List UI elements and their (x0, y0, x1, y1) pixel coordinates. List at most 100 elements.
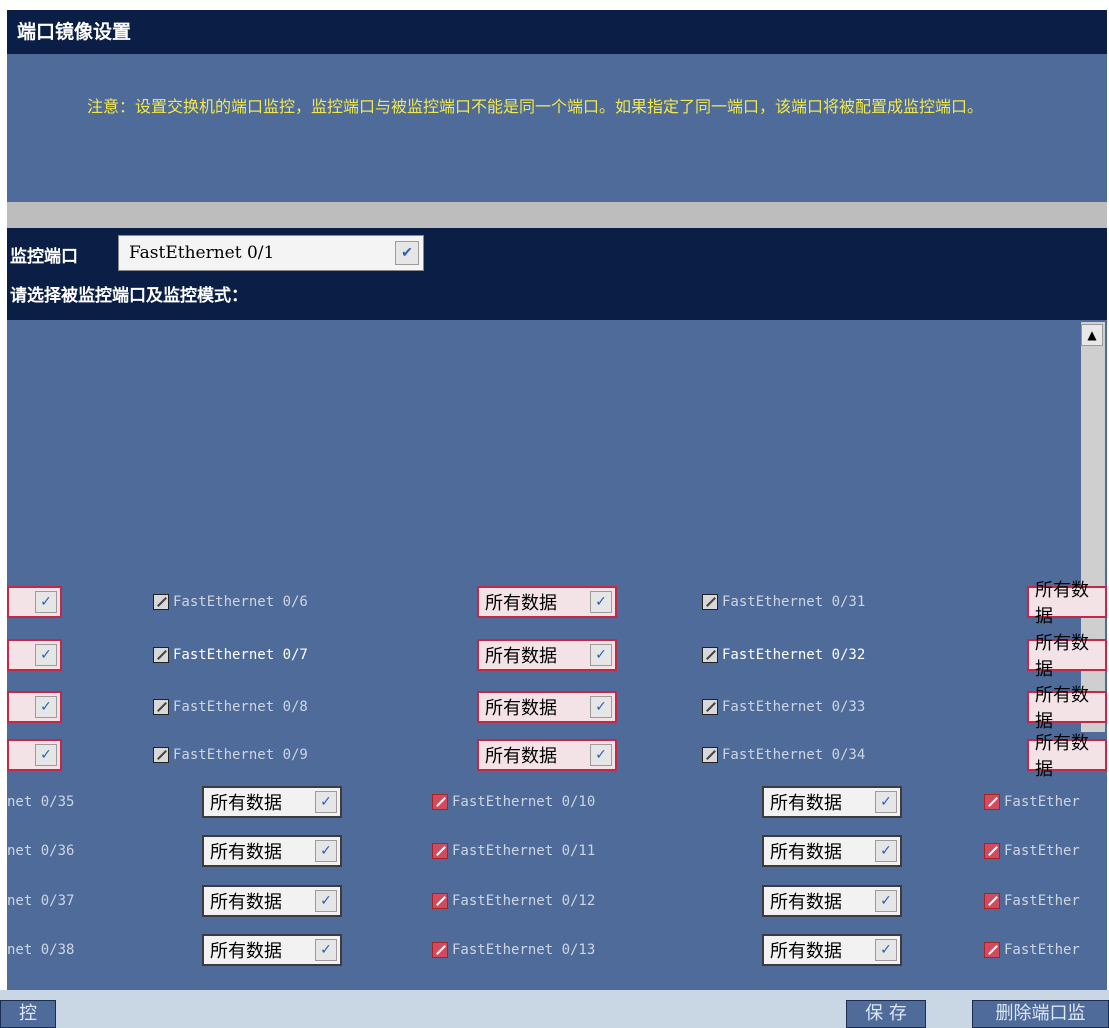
mode-select[interactable]: ✓ (7, 639, 62, 671)
mode-value: 所有数据 (770, 793, 842, 814)
port-checkbox[interactable]: FastEthernet 0/11 (432, 831, 595, 871)
port-checkbox[interactable]: FastEther (984, 881, 1080, 921)
mode-select[interactable]: 所有数据 (1027, 580, 1107, 627)
port-label: FastEther (1004, 893, 1080, 909)
monitored-ports-list[interactable]: ▲ ✓ FastEthernet 0/6 所有数据 ✓ FastEthernet… (7, 320, 1107, 1028)
chevron-down-icon[interactable]: ✓ (315, 840, 337, 862)
chevron-down-icon[interactable]: ✓ (875, 939, 897, 961)
delete-port-monitor-button[interactable]: 删除端口监 (972, 1000, 1109, 1028)
monitor-button[interactable]: 控 (0, 1000, 56, 1028)
chevron-down-icon[interactable]: ✓ (315, 890, 337, 912)
checkbox-icon[interactable] (153, 594, 169, 610)
mode-select[interactable]: 所有数据 (1027, 633, 1107, 680)
port-checkbox[interactable]: FastEther (984, 782, 1080, 822)
chevron-down-icon[interactable]: ✓ (35, 696, 57, 718)
port-checkbox[interactable]: FastEthernet 0/10 (432, 782, 595, 822)
table-row: net 0/37 所有数据 ✓ FastEthernet 0/12 所有数据 ✓… (7, 881, 1087, 921)
mode-select[interactable]: 所有数据 ✓ (202, 934, 342, 966)
mode-value: 所有数据 (210, 793, 282, 814)
port-label: FastEthernet 0/32 (722, 647, 866, 663)
checkbox-icon[interactable] (432, 843, 448, 859)
mode-value: 所有数据 (210, 941, 282, 962)
mode-value: 所有数据 (210, 842, 282, 863)
checkbox-icon[interactable] (153, 647, 169, 663)
mode-select[interactable]: 所有数据 ✓ (202, 786, 342, 818)
chevron-down-icon[interactable]: ✓ (875, 840, 897, 862)
port-label: FastEthernet 0/12 (452, 893, 596, 909)
table-row: net 0/36 所有数据 ✓ FastEthernet 0/11 所有数据 ✓… (7, 831, 1087, 871)
chevron-down-icon[interactable]: ✓ (315, 939, 337, 961)
checkbox-icon[interactable] (153, 747, 169, 763)
mode-select[interactable]: 所有数据 ✓ (762, 786, 902, 818)
mode-select[interactable]: 所有数据 ✓ (477, 739, 617, 771)
monitored-ports-label: 请选择被监控端口及监控模式： (10, 286, 248, 306)
checkbox-icon[interactable] (432, 794, 448, 810)
port-label: net 0/35 (7, 794, 75, 810)
chevron-down-icon[interactable]: ✓ (590, 644, 612, 666)
button-bar (0, 990, 1109, 1028)
save-button[interactable]: 保 存 (846, 1000, 926, 1028)
mode-select[interactable]: 所有数据 (1027, 733, 1107, 780)
mode-select[interactable]: 所有数据 ✓ (477, 691, 617, 723)
chevron-down-icon[interactable]: ✓ (875, 890, 897, 912)
chevron-down-icon[interactable]: ✓ (35, 591, 57, 613)
port-checkbox[interactable]: FastEthernet 0/6 (153, 582, 308, 622)
port-checkbox[interactable]: FastEthernet 0/12 (432, 881, 595, 921)
mode-select[interactable]: 所有数据 ✓ (762, 885, 902, 917)
chevron-down-icon[interactable]: ✓ (590, 744, 612, 766)
mode-value: 所有数据 (485, 593, 557, 614)
checkbox-icon[interactable] (702, 747, 718, 763)
checkbox-icon[interactable] (153, 699, 169, 715)
port-checkbox[interactable]: FastEthernet 0/7 (153, 635, 308, 675)
checkbox-icon[interactable] (702, 647, 718, 663)
mode-select[interactable]: 所有数据 ✓ (762, 934, 902, 966)
port-label: FastEthernet 0/13 (452, 942, 596, 958)
port-label: FastEthernet 0/6 (173, 594, 308, 610)
chevron-down-icon[interactable]: ✓ (35, 744, 57, 766)
table-row: ✓ FastEthernet 0/7 所有数据 ✓ FastEthernet 0… (7, 633, 1107, 680)
checkbox-icon[interactable] (702, 699, 718, 715)
port-label: net 0/36 (7, 843, 75, 859)
chevron-down-icon[interactable]: ✓ (35, 644, 57, 666)
mode-select[interactable]: 所有数据 ✓ (477, 639, 617, 671)
monitor-port-select[interactable]: FastEthernet 0/1 ✔ (118, 235, 424, 271)
checkbox-icon[interactable] (702, 594, 718, 610)
chevron-down-icon[interactable]: ✓ (590, 696, 612, 718)
port-label: FastEthernet 0/10 (452, 794, 596, 810)
mode-select[interactable]: 所有数据 ✓ (762, 835, 902, 867)
port-checkbox[interactable]: FastEthernet 0/8 (153, 687, 308, 727)
table-row: ✓ FastEthernet 0/9 所有数据 ✓ FastEthernet 0… (7, 733, 1107, 780)
mode-select[interactable]: 所有数据 ✓ (202, 835, 342, 867)
mode-select[interactable]: 所有数据 (1027, 685, 1107, 732)
port-label: FastEthernet 0/8 (173, 699, 308, 715)
port-label: FastEthernet 0/33 (722, 699, 866, 715)
chevron-down-icon[interactable]: ✔ (395, 241, 419, 265)
port-label: FastEthernet 0/34 (722, 747, 866, 763)
checkbox-icon[interactable] (984, 794, 1000, 810)
chevron-down-icon[interactable]: ✓ (315, 791, 337, 813)
monitor-port-label: 监控端口 (10, 247, 78, 267)
mode-select[interactable]: ✓ (7, 739, 62, 771)
checkbox-icon[interactable] (432, 942, 448, 958)
page-title: 端口镜像设置 (7, 10, 1107, 54)
port-checkbox[interactable]: FastEthernet 0/33 (702, 687, 865, 727)
port-checkbox[interactable]: FastEthernet 0/13 (432, 930, 595, 970)
checkbox-icon[interactable] (984, 843, 1000, 859)
chevron-down-icon[interactable]: ✓ (590, 591, 612, 613)
port-label: FastEthernet 0/9 (173, 747, 308, 763)
mode-select[interactable]: 所有数据 ✓ (477, 586, 617, 618)
mode-select[interactable]: ✓ (7, 691, 62, 723)
chevron-down-icon[interactable]: ✓ (875, 791, 897, 813)
scroll-up-icon[interactable]: ▲ (1081, 324, 1103, 346)
checkbox-icon[interactable] (984, 893, 1000, 909)
mode-select[interactable]: 所有数据 ✓ (202, 885, 342, 917)
mode-select[interactable]: ✓ (7, 586, 62, 618)
port-checkbox[interactable]: FastEthernet 0/9 (153, 735, 308, 775)
port-checkbox[interactable]: FastEthernet 0/31 (702, 582, 865, 622)
port-checkbox[interactable]: FastEthernet 0/34 (702, 735, 865, 775)
port-checkbox[interactable]: FastEther (984, 831, 1080, 871)
port-checkbox[interactable]: FastEthernet 0/32 (702, 635, 865, 675)
checkbox-icon[interactable] (984, 942, 1000, 958)
checkbox-icon[interactable] (432, 893, 448, 909)
port-checkbox[interactable]: FastEther (984, 930, 1080, 970)
